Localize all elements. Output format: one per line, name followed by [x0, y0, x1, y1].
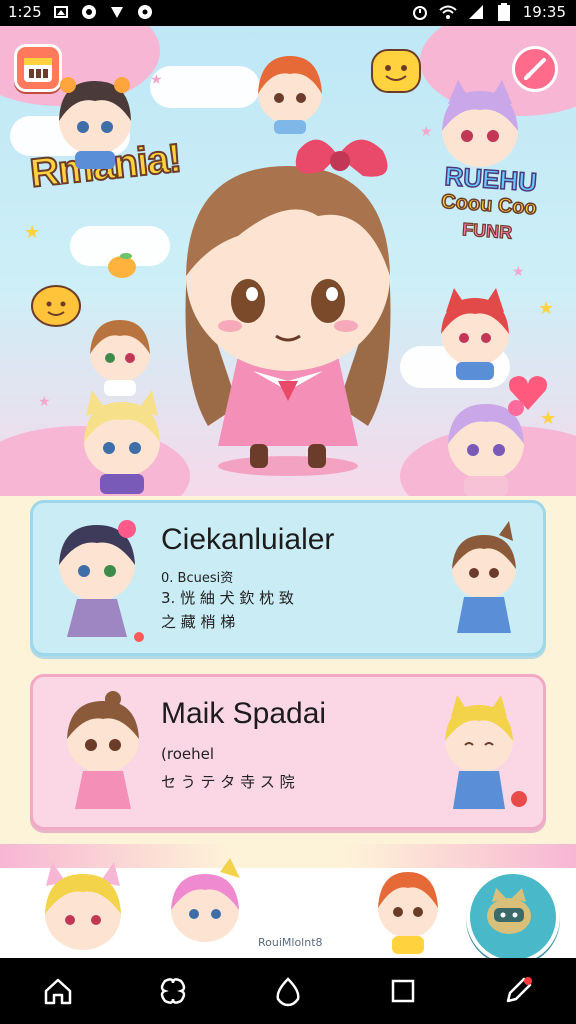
drop-icon	[276, 977, 300, 1007]
nav-puzzle-button[interactable]	[151, 969, 195, 1013]
card2-title: Maik Spadai	[161, 697, 327, 730]
status-bar: 1:25 19:35	[0, 0, 576, 26]
wifi-icon	[439, 3, 457, 21]
card1-character-right	[452, 521, 516, 633]
pet-fab-button[interactable]	[466, 870, 560, 958]
star-icon: ★	[150, 72, 163, 88]
settings-icon	[136, 3, 154, 21]
strip-character-1	[45, 862, 121, 950]
circle-icon	[80, 3, 98, 21]
character-card-1[interactable]: Ciekanluialer 0. Bcuesi资 3. 恍 紬 犬 欽 枕 致 …	[30, 500, 546, 656]
strip-character-3	[378, 872, 438, 954]
character-top-right	[442, 80, 518, 167]
star-icon: ★	[538, 298, 555, 319]
nav-recents-button[interactable]	[381, 969, 425, 1013]
card1-character-left	[59, 520, 144, 642]
battery-icon	[495, 3, 513, 21]
signal-icon	[467, 3, 485, 21]
star-icon: ★	[38, 394, 51, 410]
app-screen: ★ ★ ★ ★ ★ ★ ★ Rmania! RUEHU Coou Coo	[0, 26, 576, 958]
hero-banner: ★ ★ ★ ★ ★ ★ ★ Rmania! RUEHU Coou Coo	[0, 26, 576, 496]
bottom-character-strip: RouiMlolnt8	[0, 844, 576, 958]
character-card-2[interactable]: Maik Spadai (roehel セ う テ タ 寺 ス 院	[30, 674, 546, 830]
character-bottom-right	[448, 400, 524, 496]
system-nav-bar	[0, 958, 576, 1024]
status-time-left: 1:25	[8, 3, 42, 21]
square-icon	[391, 979, 415, 1003]
status-time-right: 19:35	[522, 3, 566, 21]
smiley-icon	[371, 49, 421, 93]
down-icon	[108, 3, 126, 21]
card2-character-left	[67, 691, 139, 809]
strip-character-2	[171, 858, 240, 942]
card2-character-right	[445, 695, 527, 809]
fruit-icon	[108, 253, 136, 278]
cloud	[150, 66, 260, 108]
card2-line1: (roehel	[161, 745, 214, 763]
cat-icon	[487, 888, 531, 934]
strip-caption: RouiMlolnt8	[258, 936, 323, 949]
pumpkin-icon	[31, 285, 81, 327]
home-icon	[44, 978, 71, 1005]
character-top-left	[59, 77, 131, 169]
character-top-center	[258, 56, 322, 134]
card1-line2: 3. 恍 紬 犬 欽 枕 致	[161, 589, 294, 607]
nav-pen-button[interactable]	[496, 969, 540, 1013]
main-character	[185, 139, 391, 476]
nav-home-button[interactable]	[36, 969, 80, 1013]
nav-drop-button[interactable]	[266, 969, 310, 1013]
character-right-middle	[441, 288, 509, 380]
pen-icon	[507, 977, 533, 1003]
card1-line1: 0. Bcuesi资	[161, 571, 234, 586]
star-icon: ★	[24, 222, 41, 243]
alarm-icon	[411, 3, 429, 21]
card1-title: Ciekanluialer	[161, 523, 335, 556]
card2-line2: セ う テ タ 寺 ス 院	[161, 773, 295, 791]
photo-icon	[52, 3, 70, 21]
star-icon: ★	[512, 264, 525, 280]
puzzle-icon	[160, 978, 186, 1004]
character-bottom-left	[84, 390, 160, 494]
card1-line3: 之 藏 梢 梯	[161, 613, 236, 631]
